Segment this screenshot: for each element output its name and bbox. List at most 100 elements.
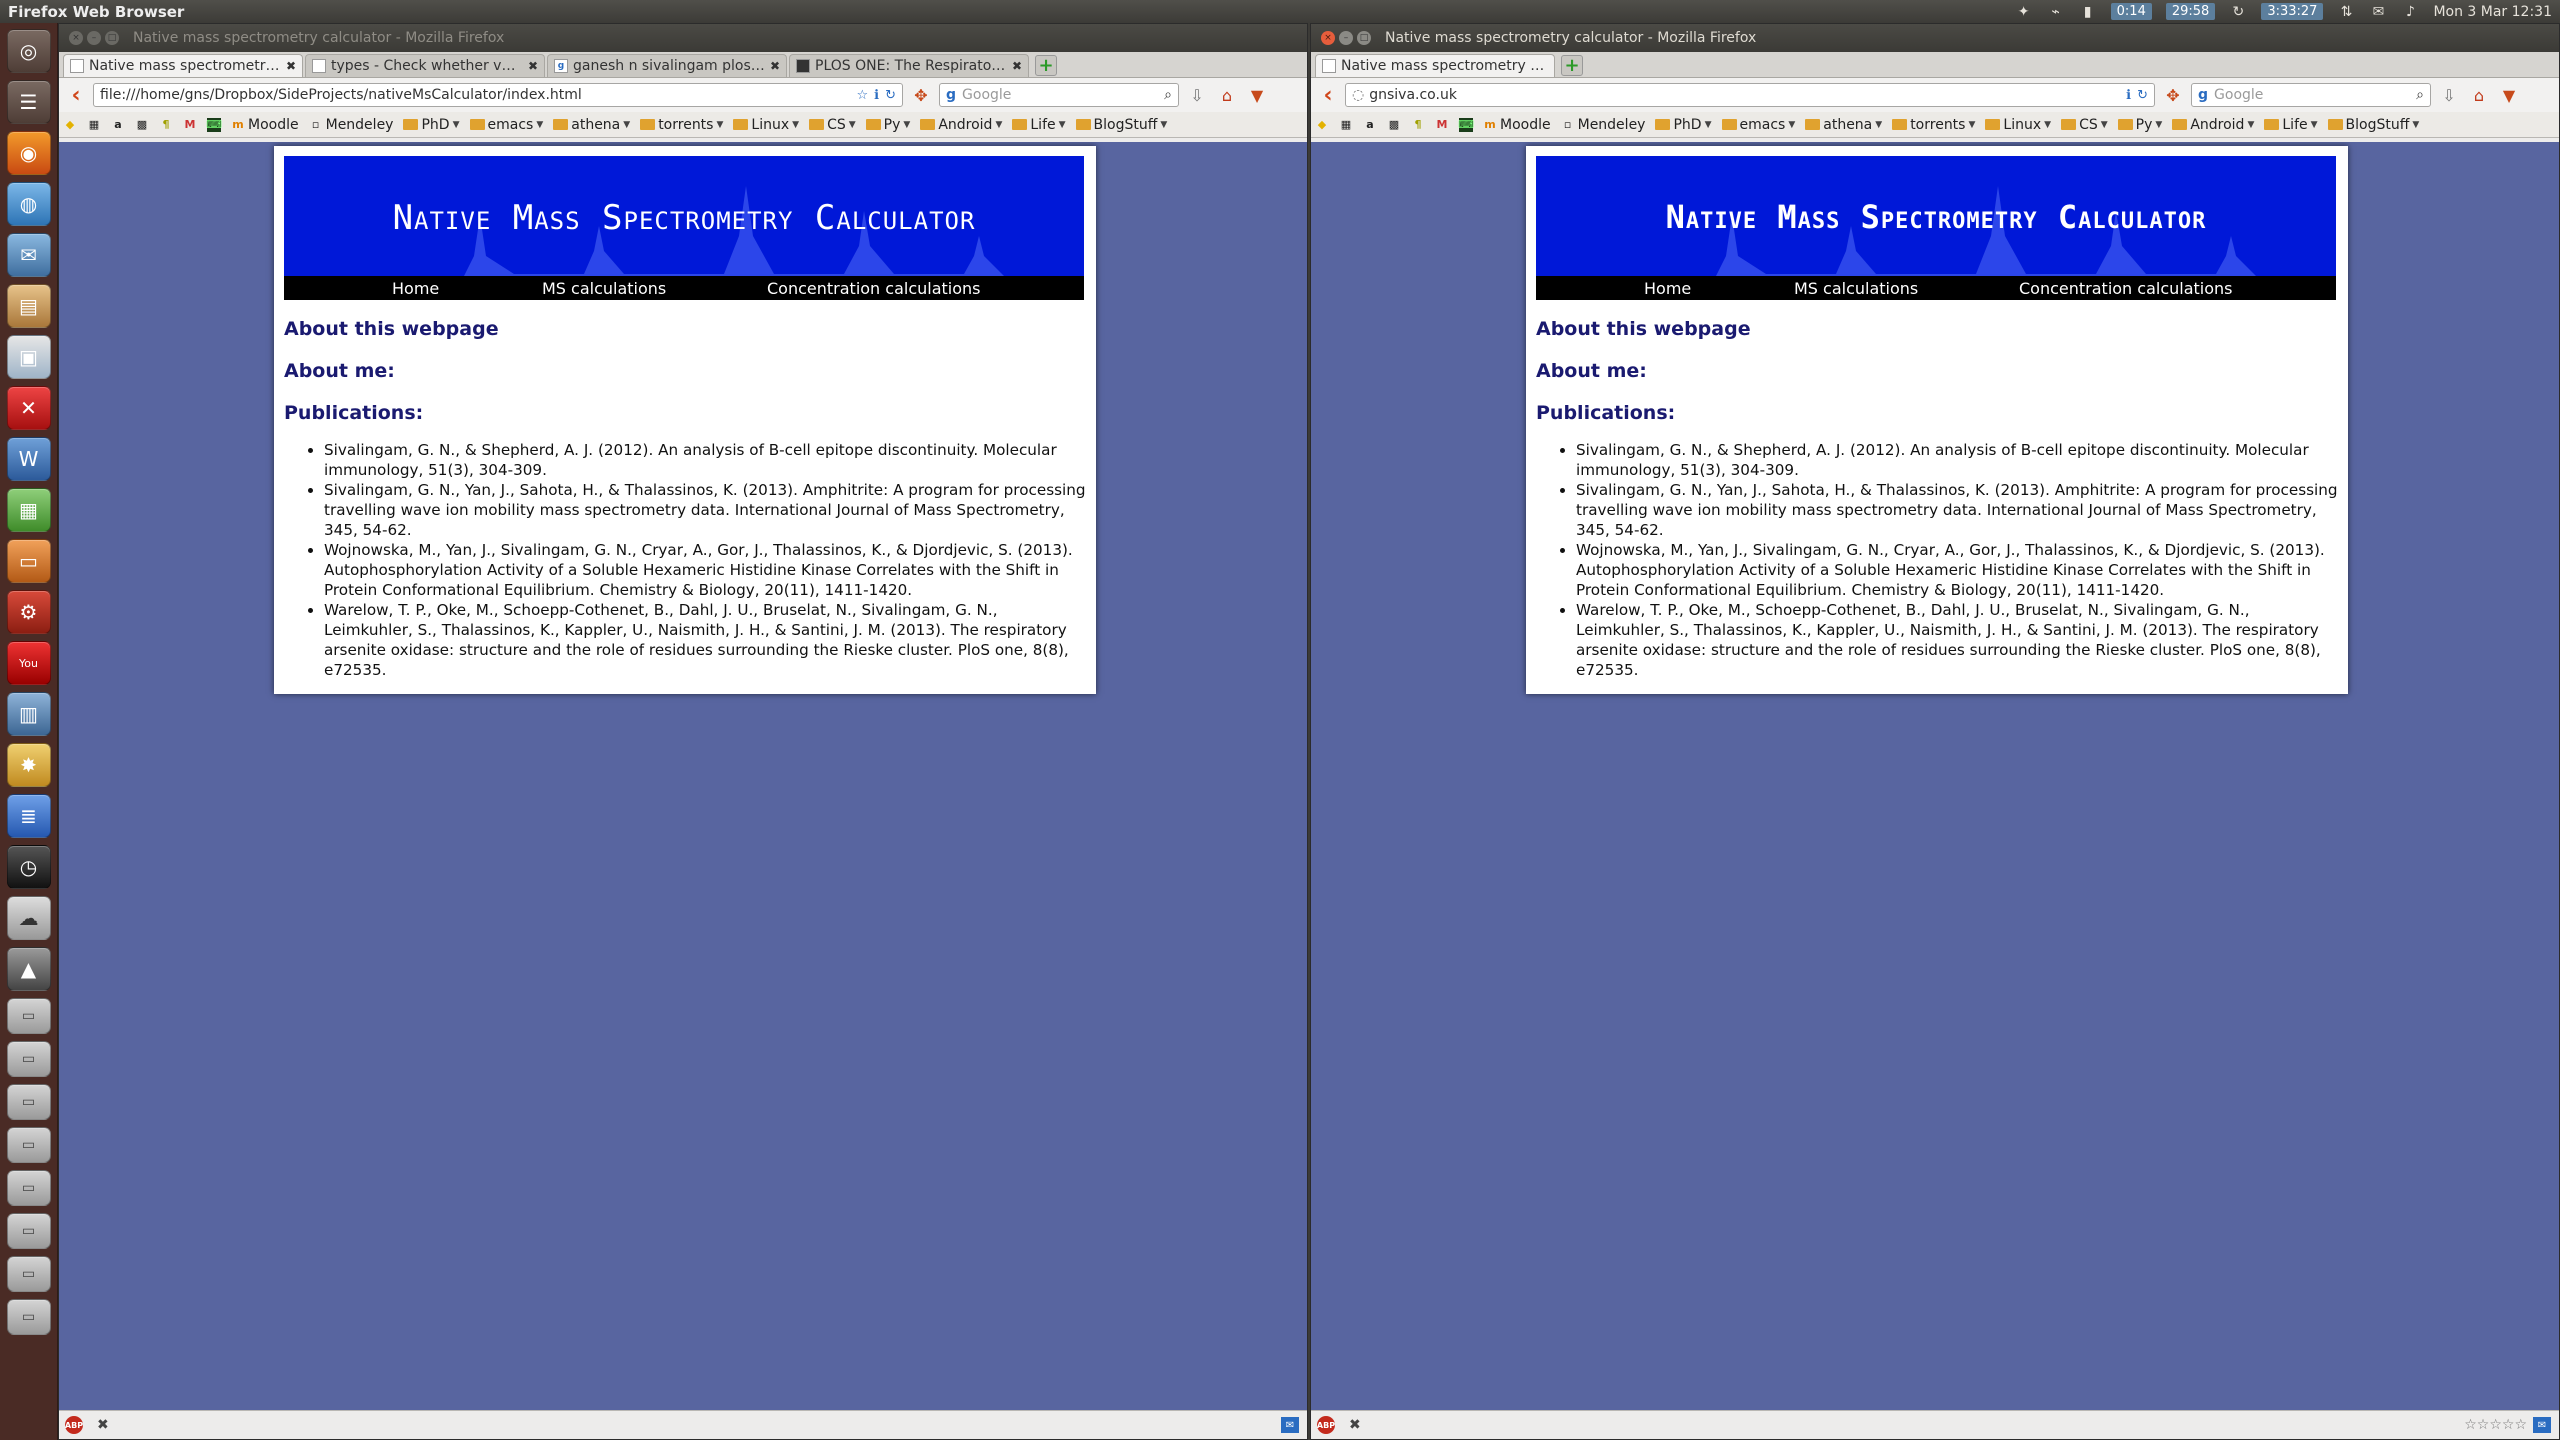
drive-icon-2[interactable]: ▭ (6, 1041, 51, 1077)
mail-icon[interactable]: ✉ (2369, 4, 2387, 20)
elapsed-clock[interactable]: 3:33:27 (2261, 3, 2324, 20)
bookmark-star-icon[interactable]: ☆ (856, 88, 868, 103)
bookmark-folder-torrents[interactable]: torrents ▼ (1892, 117, 1975, 133)
software-center-icon[interactable]: ✸ (6, 743, 51, 787)
bookmark-folder-py[interactable]: Py ▼ (2117, 117, 2162, 133)
sheep-icon[interactable]: ☁ (6, 896, 51, 940)
chromium-icon[interactable]: ◍ (6, 182, 51, 226)
new-tab-button[interactable]: + (1035, 55, 1057, 76)
close-addon-bar-icon[interactable]: ✖ (1349, 1417, 1361, 1433)
network-updown-icon[interactable]: ⇅ (2337, 4, 2355, 20)
bookmark-folder-cs[interactable]: CS ▼ (2061, 117, 2108, 133)
battery-icon[interactable]: ▮ (2079, 4, 2097, 20)
crossover-icon[interactable]: ✕ (6, 386, 51, 430)
bookmark-folder-cs[interactable]: CS ▼ (809, 117, 856, 133)
image-viewer-icon[interactable]: ▣ (6, 335, 51, 379)
bookmark-moodle[interactable]: m Moodle (231, 117, 298, 133)
bookmark-folder-athena[interactable]: athena ▼ (553, 117, 630, 133)
bookmark-folder-life[interactable]: Life ▼ (1012, 117, 1066, 133)
downloads-icon[interactable]: ⇩ (2437, 83, 2461, 107)
dash-home-icon[interactable]: ◎ (6, 29, 51, 73)
drive-icon-6[interactable]: ▭ (6, 1213, 51, 1249)
home-icon[interactable]: ⌂ (2467, 83, 2491, 107)
bookmark-folder-emacs[interactable]: emacs ▼ (1721, 117, 1795, 133)
thunderbird-icon[interactable]: ✉ (6, 233, 51, 277)
files-icon[interactable]: ▤ (6, 284, 51, 328)
title-bar[interactable]: × – □ Native mass spectrometry calculato… (1311, 24, 2559, 52)
mail-notifier-icon[interactable]: ✉ (2533, 1417, 2551, 1433)
close-tab-icon[interactable]: ✖ (1012, 59, 1022, 73)
back-button[interactable]: ‹ (65, 83, 87, 108)
back-button[interactable]: ‹ (1317, 83, 1339, 108)
drive-icon-8[interactable]: ▭ (6, 1299, 51, 1335)
maximize-window-icon[interactable]: □ (105, 31, 119, 45)
remote-desktop-icon[interactable]: ▥ (6, 692, 51, 736)
bookmark-folder-blogstuff[interactable]: BlogStuff ▼ (1075, 117, 1167, 133)
tab-plos-one[interactable]: PLOS ONE: The Respiratory ... ✖ (789, 54, 1029, 77)
bookmark-folder-athena[interactable]: athena ▼ (1805, 117, 1882, 133)
bookmark-moodle[interactable]: m Moodle (1483, 117, 1550, 133)
mail-notifier-icon[interactable]: ✉ (1281, 1417, 1299, 1433)
drive-icon-1[interactable]: ▭ (6, 998, 51, 1034)
close-addon-bar-icon[interactable]: ✖ (97, 1417, 109, 1433)
adblock-menu-icon[interactable]: ▼ (1245, 83, 1269, 107)
search-bar[interactable]: g Google ⌕ (2191, 83, 2431, 107)
menu-ms-calculations-link[interactable]: MS calculations (542, 279, 666, 298)
bookmark-folder-linux[interactable]: Linux ▼ (733, 117, 799, 133)
bookmark-icon-4[interactable]: ¶ (1411, 118, 1425, 132)
url-text[interactable]: gnsiva.co.uk (1369, 87, 2120, 103)
search-bar[interactable]: g Google ⌕ (939, 83, 1179, 107)
new-tab-button[interactable]: + (1561, 55, 1583, 76)
bookmark-folder-emacs[interactable]: emacs ▼ (469, 117, 543, 133)
drive-icon-5[interactable]: ▭ (6, 1170, 51, 1206)
bookmark-mendeley[interactable]: ▫ Mendeley (1561, 117, 1646, 133)
hardhat-icon[interactable]: ▲ (6, 947, 51, 991)
downloads-icon[interactable]: ⇩ (1185, 83, 1209, 107)
tab-google-search[interactable]: g ganesh n sivalingam plos on... ✖ (547, 54, 787, 77)
amazon-icon[interactable]: a (111, 118, 125, 132)
identity-icon[interactable]: ℹ (874, 88, 879, 103)
libreoffice-writer-icon[interactable]: W (6, 437, 51, 481)
addon-icon[interactable]: ✥ (909, 83, 933, 107)
bookmark-folder-android[interactable]: Android ▼ (920, 117, 1002, 133)
gmail-icon[interactable]: M (183, 118, 197, 132)
eclipse-icon[interactable]: ☰ (6, 80, 51, 124)
rating-stars-icon[interactable]: ☆☆☆☆☆ (2464, 1417, 2527, 1433)
reload-icon[interactable]: ↻ (2137, 88, 2148, 103)
bookmark-folder-torrents[interactable]: torrents ▼ (640, 117, 723, 133)
search-magnifier-icon[interactable]: ⌕ (2416, 87, 2424, 103)
search-magnifier-icon[interactable]: ⌕ (1164, 87, 1172, 103)
amazon-icon[interactable]: a (1363, 118, 1377, 132)
bookmark-icon-5[interactable]: ⌨ (1458, 117, 1474, 132)
datetime[interactable]: Mon 3 Mar 12:31 (2433, 4, 2552, 20)
tab-native-ms[interactable]: Native mass spectrometry cal... (1315, 54, 1555, 77)
google-search-engine-icon[interactable]: g (946, 87, 956, 103)
bookmark-icon-1[interactable]: ◆ (63, 118, 77, 132)
search-input[interactable]: Google (962, 87, 1164, 103)
reload-icon[interactable]: ↻ (885, 88, 896, 103)
youtube-icon[interactable]: You (6, 641, 51, 685)
maximize-window-icon[interactable]: □ (1357, 31, 1371, 45)
adblock-plus-icon[interactable]: ABP (1317, 1416, 1335, 1434)
addon-icon[interactable]: ✥ (2161, 83, 2185, 107)
timer-indicator[interactable]: 29:58 (2165, 3, 2216, 20)
menu-concentration-calculations-link[interactable]: Concentration calculations (767, 279, 981, 298)
close-tab-icon[interactable]: ✖ (770, 59, 780, 73)
google-search-engine-icon[interactable]: g (2198, 87, 2208, 103)
home-icon[interactable]: ⌂ (1215, 83, 1239, 107)
bookmark-icon-3[interactable]: ▩ (1387, 118, 1401, 132)
url-bar[interactable]: file:///home/gns/Dropbox/SideProjects/na… (93, 83, 903, 107)
libreoffice-impress-icon[interactable]: ▭ (6, 539, 51, 583)
menu-home-link[interactable]: Home (1644, 279, 1691, 298)
page-viewport[interactable]: Native Mass Spectrometry Calculator Home… (1311, 142, 2559, 1412)
clock-icon[interactable]: ◷ (6, 845, 51, 889)
firefox-icon[interactable]: ◉ (6, 131, 51, 175)
drive-icon-7[interactable]: ▭ (6, 1256, 51, 1292)
adblock-menu-icon[interactable]: ▼ (2497, 83, 2521, 107)
menu-ms-calculations-link[interactable]: MS calculations (1794, 279, 1918, 298)
bookmark-folder-phd[interactable]: PhD ▼ (403, 117, 460, 133)
drive-icon-3[interactable]: ▭ (6, 1084, 51, 1120)
url-text[interactable]: file:///home/gns/Dropbox/SideProjects/na… (100, 87, 850, 103)
bookmark-folder-py[interactable]: Py ▼ (865, 117, 910, 133)
bookmark-folder-linux[interactable]: Linux ▼ (1985, 117, 2051, 133)
